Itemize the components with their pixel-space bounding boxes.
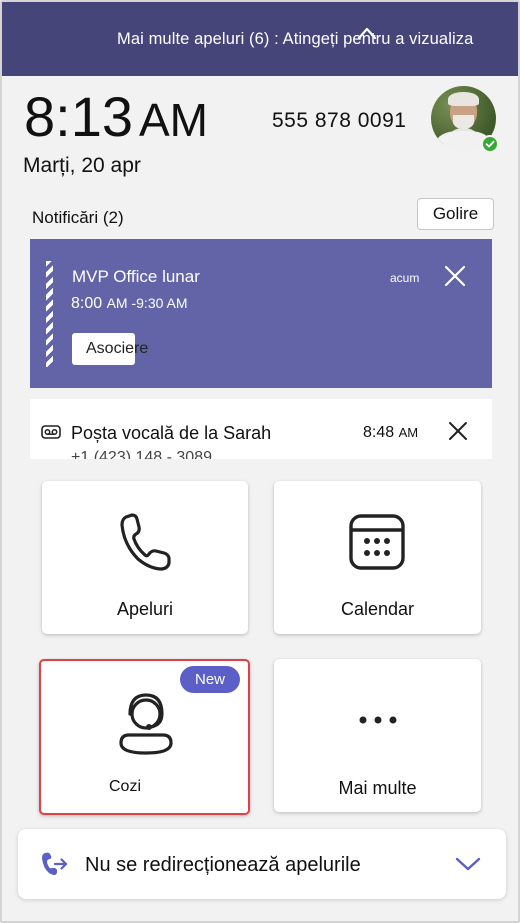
meeting-stripe xyxy=(46,261,53,367)
notifications-title: Notificări (2) xyxy=(32,208,124,227)
meeting-timestamp: acum xyxy=(390,271,420,285)
voicemail-title: Poșta vocală de la Sarah xyxy=(71,423,272,443)
call-forwarding-bar[interactable]: Nu se redirecționează apelurile xyxy=(18,829,506,899)
calls-tile[interactable]: Apeluri xyxy=(42,481,248,634)
voicemail-notification[interactable]: Poșta vocală de la Sarah +1 (423) 148 - … xyxy=(30,399,492,459)
queues-tile[interactable]: New Cozi xyxy=(39,659,250,815)
call-forward-icon xyxy=(42,852,68,875)
calendar-tile-label: Calendar xyxy=(340,599,415,619)
queues-tile-label: Cozi xyxy=(109,778,142,795)
meeting-time: 8:00 AM -9:30 AM xyxy=(71,295,188,312)
clock-ampm: AM xyxy=(139,94,208,146)
more-calls-banner[interactable]: Mai multe apeluri (6) : Atingeți pentru … xyxy=(2,2,518,76)
phone-number: 555 878 0091 xyxy=(272,109,407,132)
headset-person-icon xyxy=(119,693,173,755)
clock: 8:13 AM xyxy=(24,84,208,149)
phone-icon xyxy=(120,513,171,571)
ellipsis-icon xyxy=(359,716,397,724)
meeting-notification[interactable]: MVP Office lunar 8:00 AM -9:30 AM acum A… xyxy=(30,239,492,388)
chevron-up-icon xyxy=(357,27,377,40)
meeting-title: MVP Office lunar xyxy=(72,267,200,286)
presence-available-icon xyxy=(481,135,499,153)
calls-tile-label: Apeluri xyxy=(116,599,174,619)
chevron-down-icon[interactable] xyxy=(455,856,481,872)
voicemail-number: +1 (423) 148 - 3089 xyxy=(71,449,212,459)
voicemail-icon xyxy=(41,425,61,439)
banner-text: Mai multe apeluri (6) : Atingeți pentru … xyxy=(117,30,474,48)
close-icon[interactable] xyxy=(448,421,468,441)
clock-time: 8:13 xyxy=(24,85,133,148)
voicemail-time: 8:48 AM xyxy=(363,424,419,441)
more-tile[interactable]: Mai multe xyxy=(274,659,481,812)
new-badge: New xyxy=(180,666,240,693)
phone-home-screen: Mai multe apeluri (6) : Atingeți pentru … xyxy=(0,0,520,923)
call-forwarding-status: Nu se redirecționează apelurile xyxy=(85,854,361,876)
more-tile-label: Mai multe xyxy=(338,778,417,798)
clear-notifications-button[interactable]: Golire xyxy=(417,198,494,230)
calendar-tile[interactable]: Calendar xyxy=(274,481,481,634)
close-icon[interactable] xyxy=(443,264,467,288)
join-meeting-button[interactable]: Asociere xyxy=(72,333,148,365)
calendar-icon xyxy=(349,514,405,570)
date-label: Marți, 20 apr xyxy=(23,154,141,177)
